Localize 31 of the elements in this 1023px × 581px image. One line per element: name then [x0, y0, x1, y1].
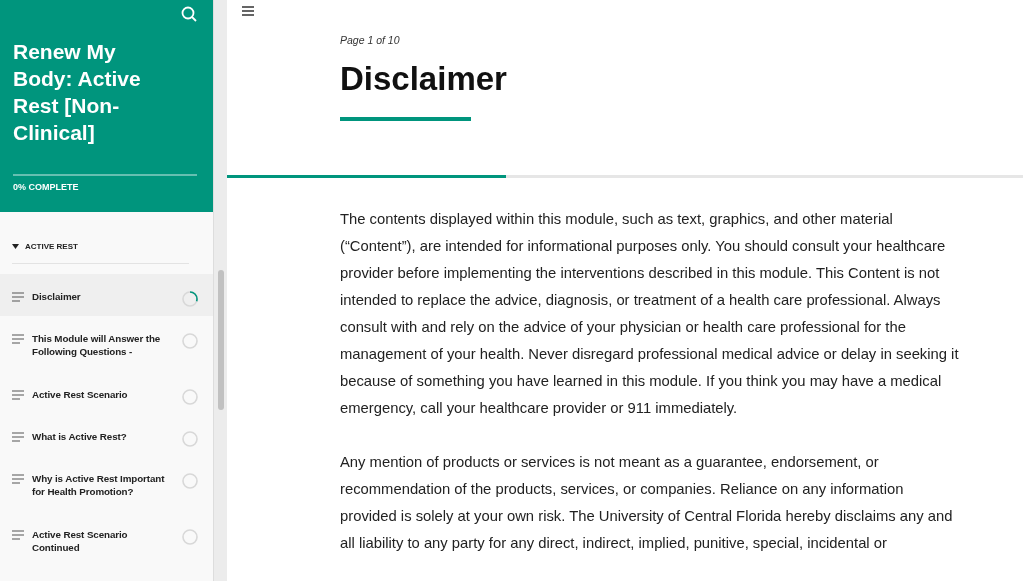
lesson-item[interactable]: What is Active Rest?: [0, 414, 213, 456]
progress-ring-icon: [181, 430, 199, 448]
lesson-item[interactable]: Active Rest Scenario: [0, 372, 213, 414]
menu-icon: [242, 6, 254, 16]
caret-icon: [12, 244, 19, 249]
lines-icon: [12, 292, 24, 302]
lesson-item[interactable]: Active Rest Scenario Continued: [0, 512, 213, 568]
progress-ring-icon: [181, 472, 199, 490]
section-toggle[interactable]: ACTIVE REST: [12, 242, 189, 264]
course-title: Renew My Body: Active Rest [Non-Clinical]: [13, 39, 142, 146]
search-icon: [181, 6, 197, 22]
lines-icon: [12, 432, 24, 442]
body-paragraph: The contents displayed within this module, such as text, graphics, and other material (“Content”), are intended for informational purposes only. You should consult your healthcare provider before implementing the interventions described in this module. This Content is not intended to replace the advice, diagnosis, or treatment of a health care professional. Always consult with and rely on the advice of your physician or health care professional for the management of your health. Never disregard professional medical advice or delay in seeking it because of something you have learned in this module. If you think you may have a medical emergency, call your healthcare provider or 911 immediately.: [340, 210, 960, 418]
lesson-item[interactable]: Why is Active Rest Important for Health Promotion?: [0, 456, 213, 512]
menu-button[interactable]: [242, 6, 254, 16]
progress-ring-icon: [181, 528, 199, 546]
lines-icon: [12, 474, 24, 484]
page-counter: Page 1 of 10: [340, 34, 401, 46]
lesson-item[interactable]: Disclaimer: [0, 274, 213, 316]
search-button[interactable]: [181, 6, 199, 24]
scrollbar-thumb[interactable]: [217, 270, 224, 410]
progress-label: 0% COMPLETE: [13, 182, 80, 192]
progress-ring-icon: [181, 332, 199, 350]
body-paragraph: Any mention of products or services is not meant as a guarantee, endorsement, or recommendation of the products, services, or companies. Reliance on any information provided is solely at your own risk. The University of Central Florida hereby disclaims any and all liability to any party for any direct, indirect, implied, punitive, special, incidental or: [340, 453, 954, 553]
progress-ring-icon: [181, 388, 199, 406]
lines-icon: [12, 334, 24, 344]
lesson-item[interactable]: This Module will Answer the Following Questions -: [0, 316, 213, 372]
progress-ring-icon: [181, 290, 199, 308]
page-title: Disclaimer: [340, 60, 508, 98]
lines-icon: [12, 530, 24, 540]
lines-icon: [12, 390, 24, 400]
